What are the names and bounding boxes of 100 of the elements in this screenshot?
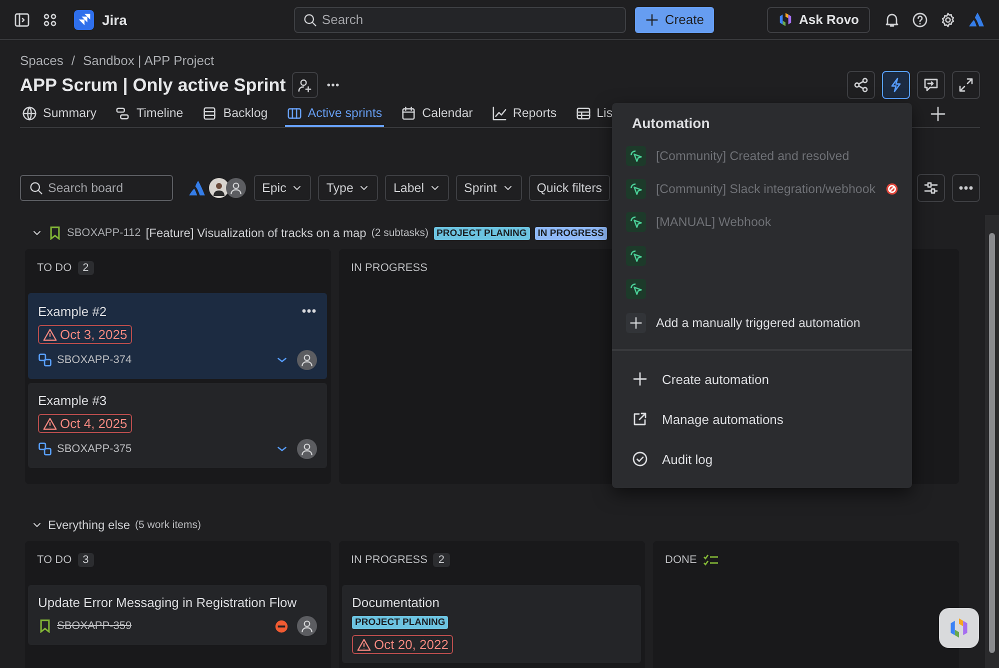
- search-field[interactable]: Search board: [20, 175, 173, 201]
- column-title: IN PROGRESS: [351, 262, 428, 274]
- menu-title: Automation: [631, 114, 711, 133]
- automation-button[interactable]: [882, 71, 910, 99]
- tab[interactable]: Calendar: [399, 101, 475, 127]
- status-lozenge: PROJECT PLANING: [352, 616, 448, 629]
- share-button[interactable]: [847, 71, 875, 99]
- plus-icon: [629, 316, 643, 330]
- menu-item[interactable]: Create automation: [612, 359, 912, 400]
- feedback-button[interactable]: [917, 71, 945, 99]
- table-icon: [576, 106, 591, 120]
- menu-item[interactable]: Manage automations: [612, 399, 912, 440]
- filter-dropdown[interactable]: Sprint: [456, 175, 522, 201]
- triangle-logo-icon[interactable]: [188, 179, 206, 197]
- issue-count: 2: [433, 553, 450, 567]
- user-avatar: [226, 178, 246, 198]
- triangle-logo-icon[interactable]: [968, 11, 985, 28]
- sidebar-toggle[interactable]: [14, 12, 30, 28]
- list-icon: [202, 106, 218, 120]
- add-person-icon: [297, 78, 312, 92]
- notifications-button[interactable]: [884, 12, 900, 28]
- tab[interactable]: Summary: [20, 101, 98, 127]
- plus-icon: [644, 12, 659, 26]
- hexagon-logo-icon: [948, 617, 970, 639]
- swimlane-title: [Feature] Visualization of tracks on a map: [146, 226, 366, 240]
- cursor-icon: [629, 282, 643, 296]
- item-count: (2 subtasks): [371, 227, 429, 239]
- calendar-icon: [401, 106, 416, 120]
- plus-icon: [632, 371, 648, 388]
- breadcrumb-link[interactable]: Spaces: [20, 53, 64, 68]
- more-button[interactable]: [952, 174, 980, 202]
- rovo-chat-button[interactable]: [939, 608, 979, 648]
- tab[interactable]: Active sprints: [284, 101, 384, 127]
- filter-dropdown[interactable]: Epic: [254, 175, 312, 201]
- create-button[interactable]: Create: [634, 6, 714, 32]
- cursor-icon: [629, 182, 643, 196]
- column-title: DONE: [665, 554, 697, 566]
- settings-button[interactable]: [940, 12, 956, 28]
- fullscreen-button[interactable]: [952, 71, 980, 99]
- issue-key[interactable]: SBOXAPP-359: [57, 620, 132, 632]
- search-icon: [302, 12, 317, 26]
- bookmark-icon: [48, 226, 62, 240]
- help-button[interactable]: [912, 12, 928, 28]
- subtask-icon: [38, 353, 52, 367]
- product-name: Jira: [102, 12, 127, 28]
- check-circle-icon: [632, 451, 648, 468]
- breadcrumb-separator: /: [71, 53, 75, 68]
- quick-filters-button[interactable]: Quick filters: [528, 175, 610, 201]
- filter-dropdown[interactable]: Type: [318, 175, 378, 201]
- swimlane-title: Everything else: [48, 518, 130, 532]
- search-field[interactable]: Search: [294, 6, 626, 32]
- grid-icon: [42, 12, 58, 28]
- work-item-card[interactable]: Example #3 Oct 4, 2025 SBOXAPP-375: [28, 383, 327, 468]
- ask-rovo-button[interactable]: Ask Rovo: [767, 6, 870, 32]
- add-automation-item[interactable]: Add a manually triggered automation: [612, 306, 912, 340]
- tab[interactable]: Reports: [490, 101, 559, 127]
- search-icon: [29, 181, 43, 195]
- app-logo[interactable]: [74, 10, 94, 30]
- card-title: Documentation: [352, 595, 440, 610]
- status-lozenge: PROJECT PLANING: [434, 226, 530, 240]
- column-title: TO DO: [37, 262, 72, 274]
- help-icon: [912, 12, 928, 28]
- subtask-icon: [38, 442, 52, 456]
- user-avatar[interactable]: [209, 178, 229, 198]
- board-title: APP Scrum | Only active Sprint: [20, 74, 286, 96]
- issue-count: 3: [78, 553, 94, 567]
- status-lozenge: IN PROGRESS: [534, 226, 607, 240]
- app-switcher[interactable]: [42, 12, 58, 28]
- issue-key[interactable]: SBOXAPP-112: [67, 227, 141, 239]
- cursor-icon: [629, 248, 643, 263]
- chart-icon: [492, 106, 507, 120]
- issue-key[interactable]: SBOXAPP-375: [57, 443, 132, 455]
- column-title: TO DO: [37, 554, 72, 566]
- tab[interactable]: Lis: [574, 101, 615, 127]
- work-item-card[interactable]: Documentation PROJECT PLANING Oct 20, 2022: [342, 585, 641, 663]
- add-people-button[interactable]: [292, 72, 318, 98]
- due-date: Oct 3, 2025: [60, 327, 128, 342]
- blocked-icon: [275, 620, 288, 632]
- plus-icon: [930, 106, 946, 122]
- tab[interactable]: Timeline: [113, 101, 186, 127]
- sliders-icon: [923, 180, 939, 196]
- column-title: IN PROGRESS: [351, 554, 428, 566]
- bookmark-icon: [38, 619, 52, 633]
- work-item-card[interactable]: Example #2 Oct 3, 2025 SBOXAPP-374: [28, 293, 327, 379]
- filter-dropdown[interactable]: Label: [385, 175, 450, 201]
- issue-count: 2: [78, 261, 94, 275]
- board-icon: [286, 106, 302, 120]
- work-item-card[interactable]: Update Error Messaging in Registration Flow SBOXAPP-359: [28, 585, 327, 645]
- sidebar-icon: [14, 12, 30, 28]
- bell-icon: [884, 12, 900, 28]
- view-settings-button[interactable]: [917, 174, 945, 202]
- gear-icon: [940, 12, 956, 28]
- breadcrumb-link[interactable]: Sandbox | APP Project: [83, 53, 214, 68]
- user-avatar: [297, 350, 317, 370]
- warning-icon: [357, 638, 371, 652]
- scrollbar[interactable]: [985, 215, 999, 668]
- menu-item[interactable]: Audit log: [612, 439, 912, 480]
- external-link-icon: [632, 411, 648, 428]
- tab[interactable]: Backlog: [200, 101, 270, 127]
- issue-key[interactable]: SBOXAPP-374: [57, 354, 132, 366]
